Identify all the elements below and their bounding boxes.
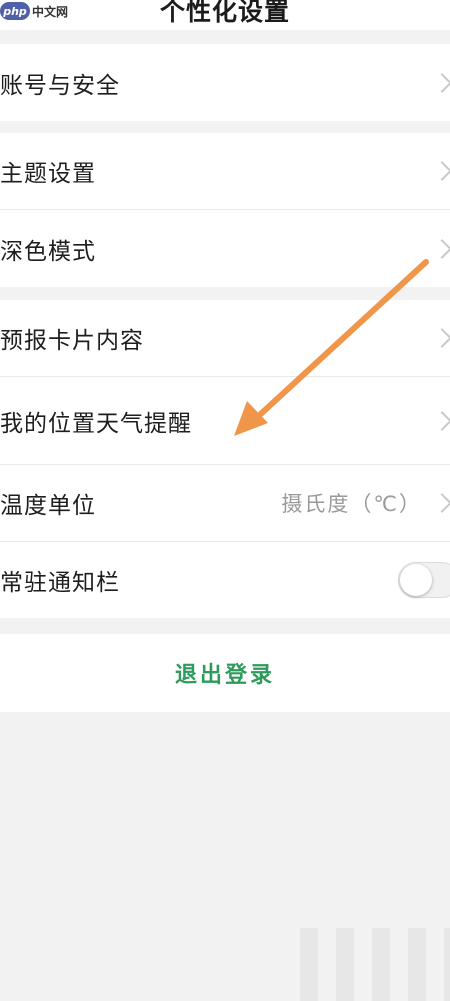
row-forecast-card-content[interactable]: 预报卡片内容	[0, 300, 450, 377]
row-label: 我的位置天气提醒	[0, 410, 192, 437]
top-bar: 个性化设置 php 中文网	[0, 0, 450, 30]
row-location-weather-alert[interactable]: 我的位置天气提醒	[0, 377, 450, 465]
settings-group-weather: 预报卡片内容 我的位置天气提醒 温度单位 摄氏度（℃） 常驻通知栏	[0, 300, 450, 618]
row-label: 账号与安全	[0, 72, 120, 99]
watermark-logo: php	[0, 2, 30, 20]
settings-group-appearance: 主题设置 深色模式	[0, 133, 450, 287]
toggle-knob	[400, 564, 432, 596]
chevron-right-icon	[432, 328, 450, 348]
chevron-right-icon	[432, 410, 450, 431]
chevron-right-icon	[432, 493, 450, 513]
row-account-security[interactable]: 账号与安全	[0, 44, 450, 121]
chevron-right-icon	[432, 72, 450, 93]
watermark-text: 中文网	[32, 4, 69, 19]
row-label: 预报卡片内容	[0, 328, 144, 354]
row-label: 温度单位	[0, 493, 96, 519]
settings-page: 个性化设置 php 中文网 账号与安全 主题设置 深色模式 预报卡片内容 我的位…	[0, 0, 450, 1001]
settings-group-account: 账号与安全	[0, 44, 450, 121]
persistent-notification-toggle[interactable]	[398, 562, 450, 598]
row-label: 常驻通知栏	[0, 570, 120, 596]
watermark: php 中文网	[0, 1, 68, 21]
chevron-right-icon	[432, 161, 450, 181]
blurred-patch	[300, 928, 450, 1001]
row-theme-settings[interactable]: 主题设置	[0, 133, 450, 210]
chevron-right-icon	[432, 238, 450, 259]
row-dark-mode[interactable]: 深色模式	[0, 210, 450, 287]
logout-label: 退出登录	[174, 663, 275, 688]
temperature-unit-value: 摄氏度（℃）	[281, 492, 422, 516]
row-label: 深色模式	[0, 238, 96, 265]
logout-button[interactable]: 退出登录	[0, 634, 450, 712]
row-persistent-notification: 常驻通知栏	[0, 542, 450, 618]
row-label: 主题设置	[0, 161, 96, 187]
row-temperature-unit[interactable]: 温度单位 摄氏度（℃）	[0, 465, 450, 542]
